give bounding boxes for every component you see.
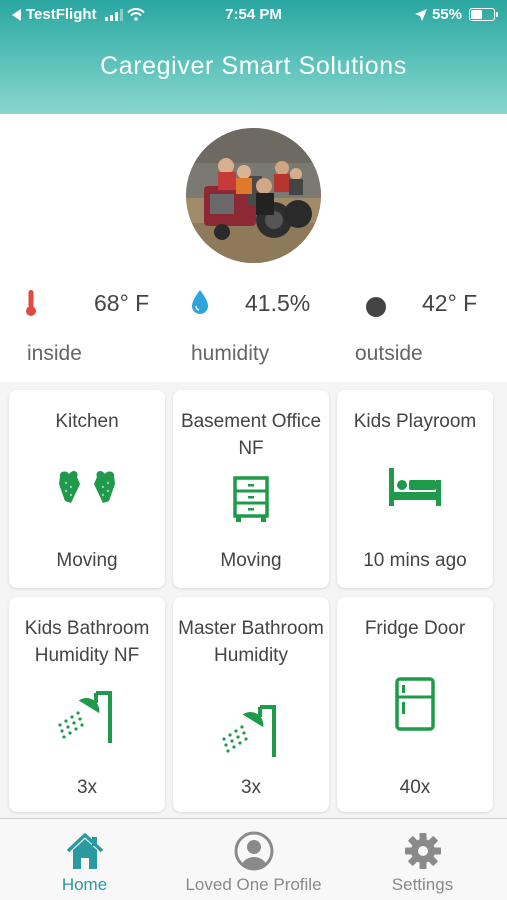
shower-icon: [58, 691, 112, 743]
battery-percent: 55%: [431, 6, 462, 23]
tile-status: Moving: [220, 550, 282, 571]
app-header: TestFlight 7:54 PM 55% Caregiver Smart S…: [0, 0, 507, 114]
tile-name: Basement Office NF: [180, 411, 322, 459]
outside-label: outside: [355, 342, 423, 365]
humidity-label: humidity: [191, 342, 270, 365]
device-tile-fridge-door[interactable]: Fridge Door 40x: [337, 597, 493, 812]
tile-status: Moving: [56, 550, 118, 571]
battery-icon: [469, 8, 498, 21]
tile-status: 40x: [399, 777, 431, 798]
profile-photo[interactable]: [186, 128, 321, 263]
thermometer-icon: [26, 290, 36, 316]
status-bar: TestFlight 7:54 PM 55%: [0, 0, 507, 32]
gear-icon: [404, 833, 441, 869]
device-tile-master-bathroom[interactable]: Master Bathroom Humidity 3x: [173, 597, 329, 812]
bed-icon: [389, 468, 441, 506]
tile-name: Kids Playroom: [353, 411, 477, 432]
tab-home[interactable]: Home: [0, 819, 169, 900]
tile-status: 3x: [240, 777, 262, 798]
dark-circle-icon: [366, 297, 386, 317]
dresser-icon: [233, 476, 269, 522]
oven-mitts-icon: [59, 470, 115, 503]
tab-settings[interactable]: Settings: [338, 819, 507, 900]
home-icon: [66, 833, 103, 869]
tab-loved-one-profile[interactable]: Loved One Profile: [169, 819, 338, 900]
fridge-icon: [395, 677, 435, 731]
tab-label: Home: [61, 875, 108, 894]
water-drop-icon: [192, 290, 208, 314]
app-title: Caregiver Smart Solutions: [100, 52, 407, 80]
inside-label: inside: [27, 342, 82, 365]
location-arrow-icon: [414, 8, 427, 21]
tile-name: Fridge Door: [364, 618, 466, 639]
person-circle-icon: [234, 831, 273, 871]
outside-temperature-value: 42° F: [422, 290, 478, 316]
device-tile-kids-playroom[interactable]: Kids Playroom 10 mins ago: [337, 390, 493, 588]
tile-status: 10 mins ago: [363, 550, 467, 571]
tile-name: Kids Bathroom Humidity NF: [24, 618, 150, 666]
tractor-photo: [186, 128, 321, 263]
inside-temperature-value: 68° F: [94, 290, 150, 316]
device-tile-kids-bathroom[interactable]: Kids Bathroom Humidity NF 3x: [9, 597, 165, 812]
humidity-value: 41.5%: [245, 290, 311, 316]
tab-label: Loved One Profile: [185, 875, 322, 894]
battery-fill: [471, 10, 482, 19]
status-right: 55%: [414, 6, 498, 23]
tile-name: Kitchen: [55, 411, 119, 432]
device-tile-kitchen[interactable]: Kitchen Moving: [9, 390, 165, 588]
tab-label: Settings: [391, 875, 454, 894]
shower-icon: [222, 705, 276, 757]
tile-name: Master Bathroom Humidity: [178, 618, 324, 666]
device-tile-basement-office[interactable]: Basement Office NF Moving: [173, 390, 329, 588]
tile-status: 3x: [76, 777, 98, 798]
bottom-tab-bar: Home Loved One Profile Settings: [0, 818, 507, 900]
